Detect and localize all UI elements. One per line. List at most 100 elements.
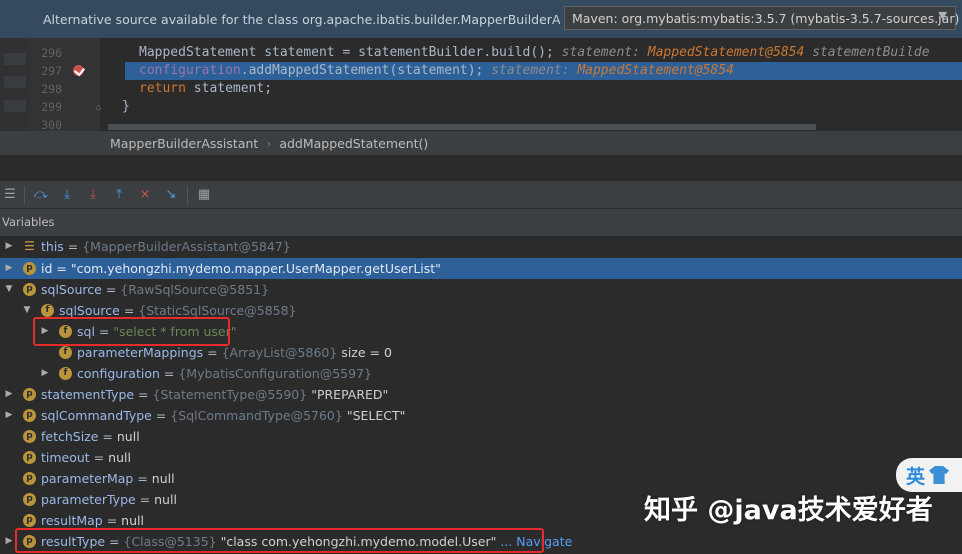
variable-row-selected[interactable]: ▶ p id = "com.yehongzhi.mydemo.mapper.Us… [0, 258, 962, 279]
variable-value: null [121, 513, 144, 528]
banner-message: Alternative source available for the cla… [43, 11, 560, 27]
variable-row[interactable]: ▶ ☰ this = {MapperBuilderAssistant@5847} [0, 236, 962, 257]
line-number: 296 [41, 46, 62, 60]
line-number: 299 [41, 100, 62, 114]
variable-row[interactable]: p fetchSize = null [0, 426, 962, 447]
equals-sign: = [151, 408, 171, 423]
breakpoint-icon[interactable] [73, 65, 84, 76]
step-out-icon[interactable]: ⤒ [111, 187, 127, 203]
code-line-299: 299 ⌂ } [0, 98, 962, 116]
equals-sign: = [63, 239, 83, 254]
parameter-icon: p [23, 283, 36, 296]
panel-gap [0, 155, 962, 181]
expand-arrow-icon[interactable]: ▶ [4, 384, 14, 405]
step-into-icon[interactable]: ⤓ [59, 187, 75, 203]
parameter-icon: p [23, 430, 36, 443]
alternative-source-banner: Alternative source available for the cla… [0, 0, 962, 38]
expand-arrow-icon[interactable]: ▶ [4, 236, 14, 257]
variable-value: "PREPARED" [307, 387, 389, 402]
code-editor[interactable]: 296 MappedStatement statement = statemen… [0, 38, 962, 131]
inline-debug-label: statement: [561, 45, 640, 60]
evaluate-icon[interactable]: ▦ [196, 187, 212, 203]
variable-value: null [116, 429, 140, 444]
equals-sign: = [135, 492, 155, 507]
variables-title: Variables [2, 215, 55, 229]
toolbar-divider [24, 186, 25, 204]
equals-sign: = [98, 429, 117, 444]
watermark: 知乎 @java技术爱好者 [644, 495, 933, 526]
expand-arrow-icon[interactable]: ▶ [4, 531, 14, 552]
parameter-icon: p [23, 472, 36, 485]
variable-name: statementType [41, 387, 135, 402]
ime-language-label: 英 [906, 465, 926, 488]
inline-debug-value: MappedStatement@5854 [577, 63, 734, 78]
variable-row[interactable]: p timeout = null [0, 447, 962, 468]
equals-sign: = [133, 471, 152, 486]
variable-name: sqlCommandType [41, 408, 152, 423]
code-field: configuration [139, 63, 241, 78]
highlight-box-resulttype [15, 528, 544, 553]
field-icon: f [59, 367, 72, 380]
inline-debug-label: statement: [491, 63, 570, 78]
field-icon: f [59, 346, 72, 359]
toolbar-divider [187, 186, 188, 204]
inline-debug-extra: statementBuilde [812, 45, 930, 60]
line-number: 297 [41, 64, 62, 78]
parameter-icon: p [23, 388, 36, 401]
variable-row[interactable]: ▶ p statementType = {StatementType@5590}… [0, 384, 962, 405]
source-select-dropdown[interactable]: Maven: org.mybatis:mybatis:3.5.7 (mybati… [564, 6, 960, 30]
variable-value: "SELECT" [342, 408, 406, 423]
variable-value: null [154, 492, 177, 507]
variable-ref: {StaticSqlSource@5858} [138, 303, 297, 318]
variable-name: fetchSize [41, 429, 99, 444]
fold-icon[interactable]: ⌂ [96, 99, 101, 117]
collapse-arrow-icon[interactable]: ▼ [22, 300, 32, 321]
highlight-box-sql [33, 317, 230, 346]
line-number: 298 [41, 82, 62, 96]
expand-arrow-icon[interactable]: ▶ [4, 258, 14, 279]
drop-frame-icon[interactable]: ⨯ [137, 187, 153, 203]
breadcrumb: MapperBuilderAssistant › addMappedStatem… [0, 131, 962, 155]
equals-sign: = [101, 282, 121, 297]
variable-name: sqlSource [41, 282, 102, 297]
breadcrumb-method[interactable]: addMappedStatement() [279, 136, 428, 151]
variable-row[interactable]: p parameterMap = null [0, 468, 962, 489]
equals-sign: = [134, 387, 153, 402]
parameter-icon: p [23, 451, 36, 464]
breadcrumb-class[interactable]: MapperBuilderAssistant [110, 136, 258, 151]
variable-row[interactable]: ▶ p sqlCommandType = {SqlCommandType@576… [0, 405, 962, 426]
equals-sign: = [159, 366, 179, 381]
expand-arrow-icon[interactable]: ▶ [40, 363, 50, 384]
variable-name: parameterType [41, 492, 136, 507]
step-over-icon[interactable]: ⤼ [33, 187, 49, 203]
equals-sign: = [119, 303, 139, 318]
expand-arrow-icon[interactable]: ▶ [4, 405, 14, 426]
source-select-value: Maven: org.mybatis:mybatis:3.5.7 (mybati… [572, 10, 960, 26]
layout-icon[interactable]: ☰ [2, 187, 18, 203]
chevron-down-icon[interactable]: ▼ [939, 9, 947, 22]
variable-name: sqlSource [59, 303, 120, 318]
this-icon: ☰ [24, 239, 35, 253]
inline-debug-value: MappedStatement@5854 [647, 45, 805, 60]
force-step-into-icon[interactable]: ⤓ [85, 187, 101, 203]
code-text: } [122, 99, 130, 114]
variable-value: size = 0 [337, 345, 392, 360]
variable-value: null [108, 450, 131, 465]
parameter-icon: p [23, 493, 36, 506]
variable-row[interactable]: ▼ p sqlSource = {RawSqlSource@5851} [0, 279, 962, 300]
variable-row[interactable]: ▶ f configuration = {MybatisConfiguratio… [0, 363, 962, 384]
chevron-right-icon: › [266, 135, 272, 151]
parameter-icon: p [23, 514, 36, 527]
field-icon: f [41, 304, 54, 317]
equals-sign: = [203, 345, 222, 360]
ime-indicator[interactable]: 英 [896, 458, 962, 492]
variable-ref: {StatementType@5590} [152, 387, 308, 402]
variable-name: parameterMap [41, 471, 134, 486]
run-to-cursor-icon[interactable]: ↘ [163, 187, 179, 203]
horizontal-scrollbar[interactable] [108, 124, 816, 130]
code-text: statement; [185, 81, 273, 96]
variables-header: Variables [0, 209, 962, 236]
collapse-arrow-icon[interactable]: ▼ [4, 279, 14, 300]
code-text: .addMappedStatement(statement); [240, 63, 484, 78]
variable-ref: {ArrayList@5860} [221, 345, 338, 360]
